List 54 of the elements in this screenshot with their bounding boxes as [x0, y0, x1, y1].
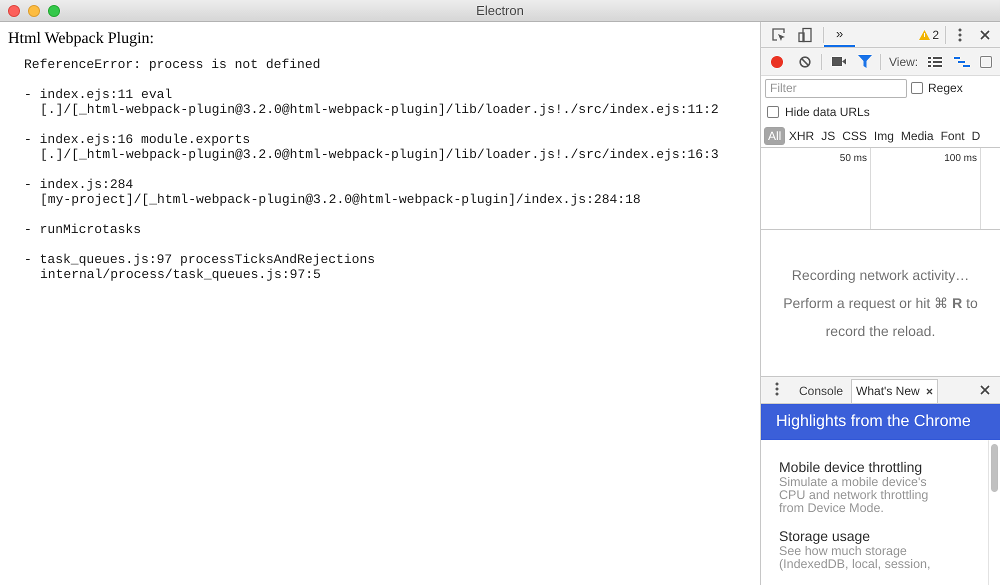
feature-title: Storage usage [779, 526, 870, 544]
waterfall-icon[interactable] [954, 56, 970, 66]
feature-description: See how much storage (IndexedDB, local, session, [779, 544, 932, 570]
regex-label: Regex [928, 80, 963, 97]
stack-frame-call: - index.ejs:16 module.exports [24, 132, 250, 147]
filter-field[interactable]: Filter [765, 78, 907, 98]
timeline-tick: 50 ms [840, 152, 867, 166]
stack-frame-location: [my-project]/[_html-webpack-plugin@3.2.0@html-webpack-plugin]/index.js:284:18 [39, 192, 641, 207]
feature-title: Mobile device throttling [779, 458, 922, 476]
stack-frame-call: - index.ejs:11 eval [24, 87, 172, 102]
hide-data-urls-checkbox[interactable] [767, 106, 779, 118]
timeline-tick: 100 ms [944, 152, 977, 166]
more-options-icon[interactable] [958, 28, 962, 42]
empty-state-hint: Perform a request or hit ⌘ R to record the reload. [782, 294, 979, 341]
type-filter[interactable]: XHR [785, 126, 818, 144]
highlights-banner: Highlights from the Chrome [761, 404, 1000, 440]
close-tab-icon[interactable] [926, 388, 933, 394]
window-title: Electron [476, 2, 524, 20]
checkbox[interactable] [980, 56, 992, 68]
error-message: ReferenceError: process is not defined [24, 57, 322, 72]
filter-icon[interactable] [858, 55, 872, 68]
inspect-element-icon[interactable] [771, 26, 787, 42]
stack-frame-call: - task_queues.js:97 processTicksAndRejections [24, 252, 376, 267]
scrollbar[interactable] [988, 440, 1000, 585]
feature-description: Simulate a mobile device's CPU and network throttling from Device Mode. [779, 476, 930, 514]
hide-data-urls-label: Hide data URLs [785, 104, 870, 121]
type-filter[interactable]: Media [897, 126, 938, 144]
type-filter[interactable]: Font [937, 126, 968, 144]
type-filter[interactable]: JS [818, 126, 839, 144]
type-filter[interactable]: Img [870, 126, 898, 144]
stack-frame-location: [.]/[_html-webpack-plugin@3.2.0@html-webpack-plugin]/lib/loader.js!./src/index.ejs:11:2 [39, 102, 719, 117]
stack-frame-location: internal/process/task_queues.js:97:5 [39, 267, 321, 282]
warning-count[interactable]: 2 [919, 26, 946, 44]
camera-icon[interactable] [832, 57, 846, 66]
drawer-tab[interactable]: Console [791, 378, 852, 402]
drawer-menu-icon[interactable] [775, 382, 779, 396]
error-heading: Html Webpack Plugin: [8, 30, 155, 48]
clear-icon[interactable] [799, 56, 811, 68]
view-label: View: [889, 54, 918, 70]
regex-checkbox[interactable] [911, 82, 923, 94]
warning-icon [919, 30, 930, 40]
record-icon[interactable] [771, 56, 783, 68]
list-view-icon[interactable] [928, 56, 942, 66]
type-filter[interactable]: D [968, 126, 984, 144]
type-filter[interactable]: CSS [838, 126, 870, 144]
close-window-button[interactable] [8, 4, 20, 16]
drawer-tab[interactable]: What's New [851, 378, 938, 402]
close-icon[interactable] [980, 30, 990, 40]
stack-frame-call: - runMicrotasks [24, 222, 142, 237]
close-drawer-icon[interactable] [980, 384, 990, 394]
stack-frame-location: [.]/[_html-webpack-plugin@3.2.0@html-webpack-plugin]/lib/loader.js!./src/index.ejs:16:3 [39, 147, 719, 162]
device-toolbar-icon[interactable] [797, 26, 813, 42]
stack-frame-call: - index.js:284 [24, 177, 134, 192]
empty-state-title: Recording network activity… [792, 266, 970, 285]
